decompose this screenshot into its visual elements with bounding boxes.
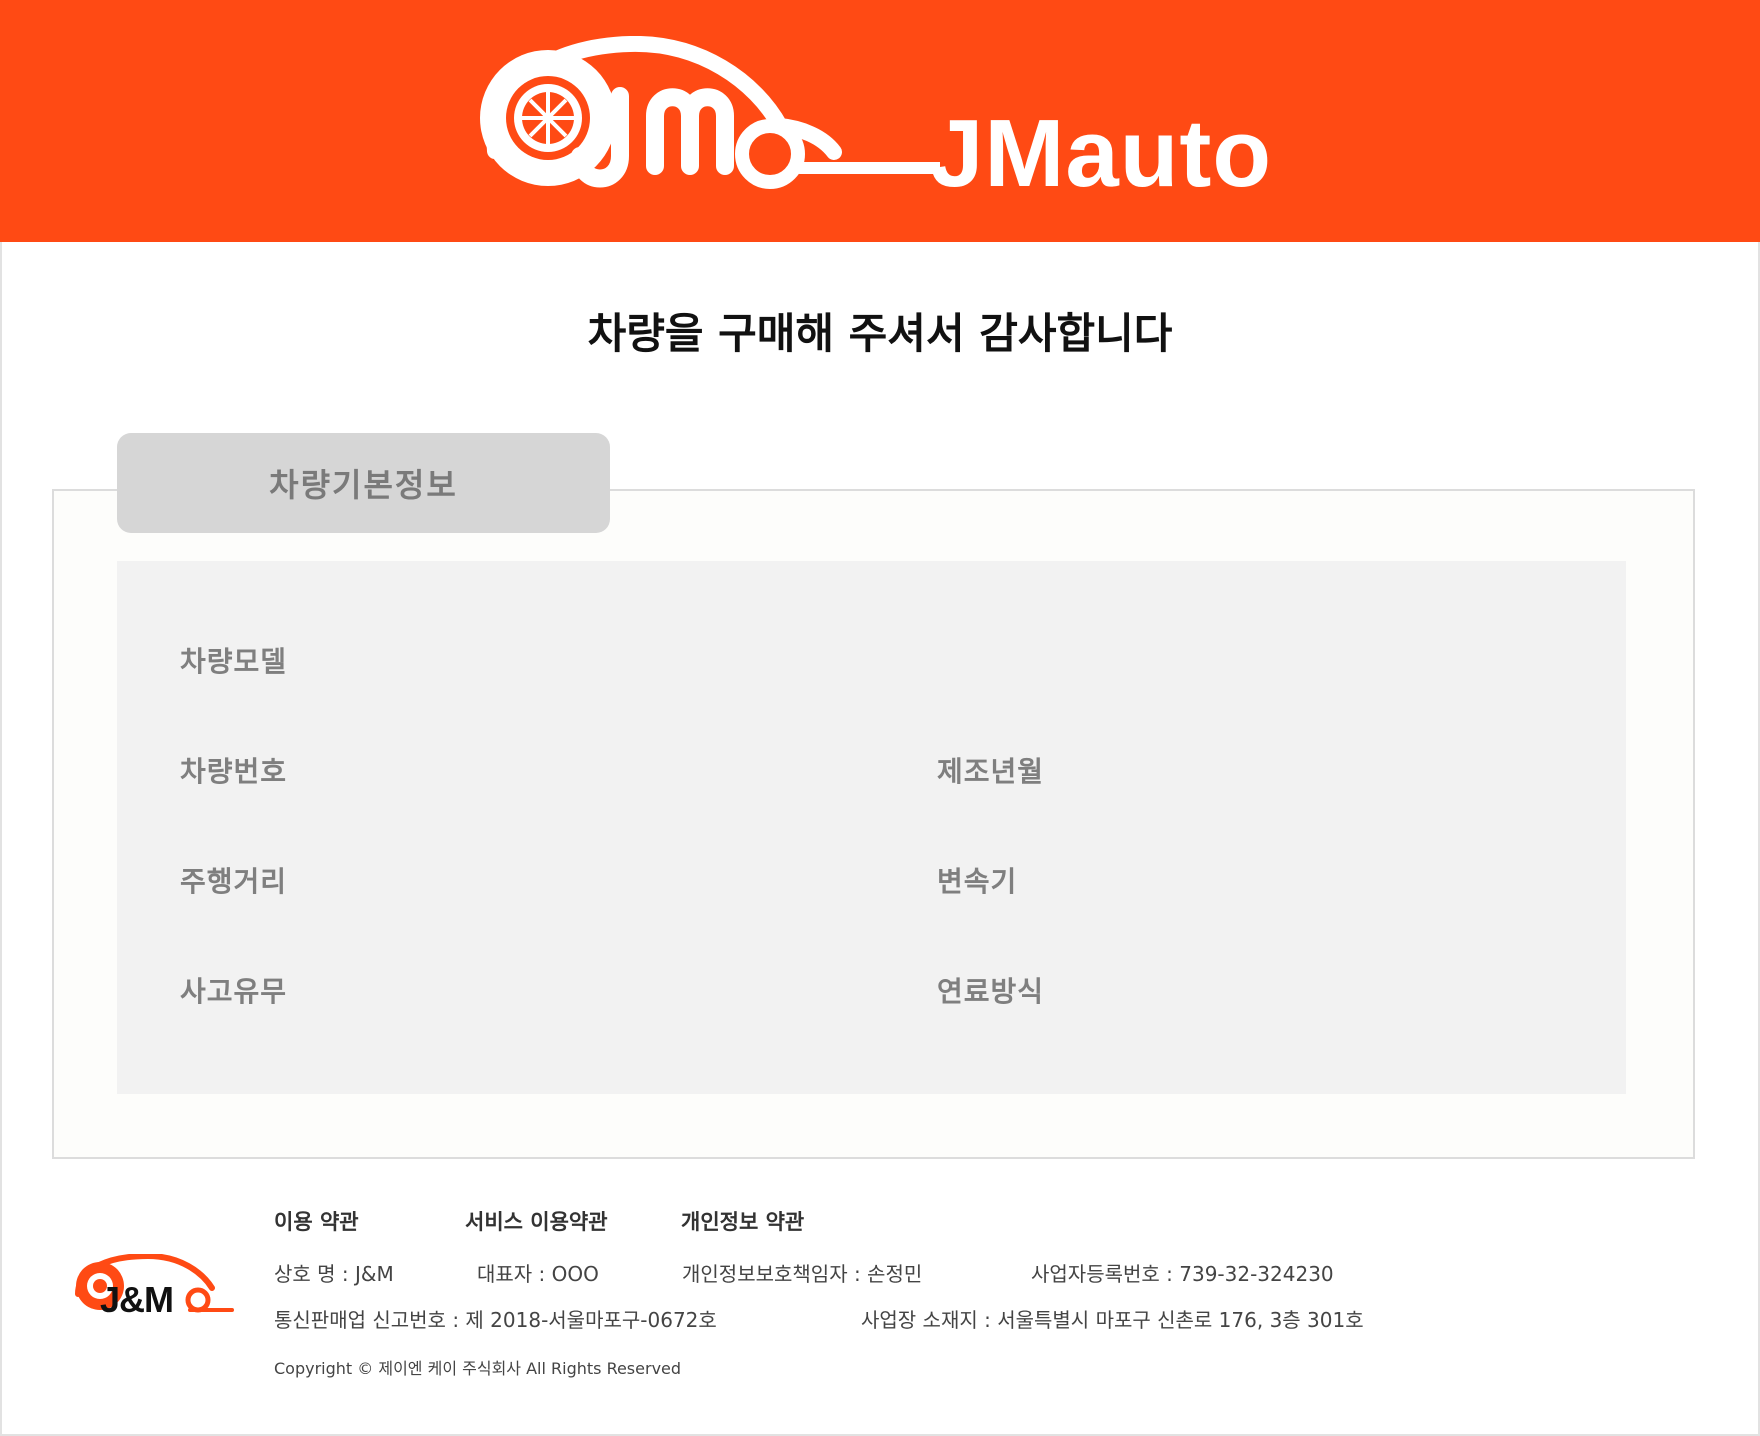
car-wheel-logo-icon: [480, 36, 940, 189]
footer-privacy-officer: 개인정보보호책임자 : 손정민: [682, 1262, 923, 1286]
footer-address: 사업장 소재지 : 서울특별시 마포구 신촌로 176, 3층 301호: [861, 1308, 1364, 1332]
footer-business-number: 사업자등록번호 : 739-32-324230: [1031, 1262, 1334, 1286]
field-label-transmission: 변속기: [937, 865, 1018, 898]
footer-link-terms[interactable]: 이용 약관: [274, 1206, 359, 1236]
vehicle-info-panel: [117, 561, 1626, 1094]
header-bar: JMauto: [0, 0, 1760, 242]
field-label-number: 차량번호: [180, 755, 288, 788]
brand-logo[interactable]: JMauto: [470, 36, 1290, 216]
field-label-accident: 사고유무: [180, 975, 288, 1008]
footer-ceo: 대표자 : OOO: [477, 1262, 599, 1286]
tab-vehicle-basic-info[interactable]: 차량기본정보: [117, 433, 610, 533]
brand-wordmark: JMauto: [930, 100, 1272, 207]
footer-company-name: 상호 명 : J&M: [274, 1262, 394, 1286]
footer-logo[interactable]: J&M: [70, 1252, 234, 1324]
footer-copyright: Copyright © 제이엔 케이 주식회사 All Rights Reser…: [274, 1359, 682, 1378]
footer-logo-text: J&M: [100, 1279, 174, 1320]
field-label-mileage: 주행거리: [180, 865, 288, 898]
footer-link-privacy-terms[interactable]: 개인정보 약관: [681, 1206, 804, 1236]
field-label-fuel: 연료방식: [937, 975, 1045, 1008]
field-label-model: 차량모델: [180, 645, 288, 678]
footer-link-service-terms[interactable]: 서비스 이용약관: [465, 1206, 608, 1236]
page-title: 차량을 구매해 주셔서 감사합니다: [587, 309, 1173, 358]
footer-mail-order-number: 통신판매업 신고번호 : 제 2018-서울마포구-0672호: [274, 1308, 717, 1332]
field-label-manufacture-date: 제조년월: [937, 755, 1045, 788]
